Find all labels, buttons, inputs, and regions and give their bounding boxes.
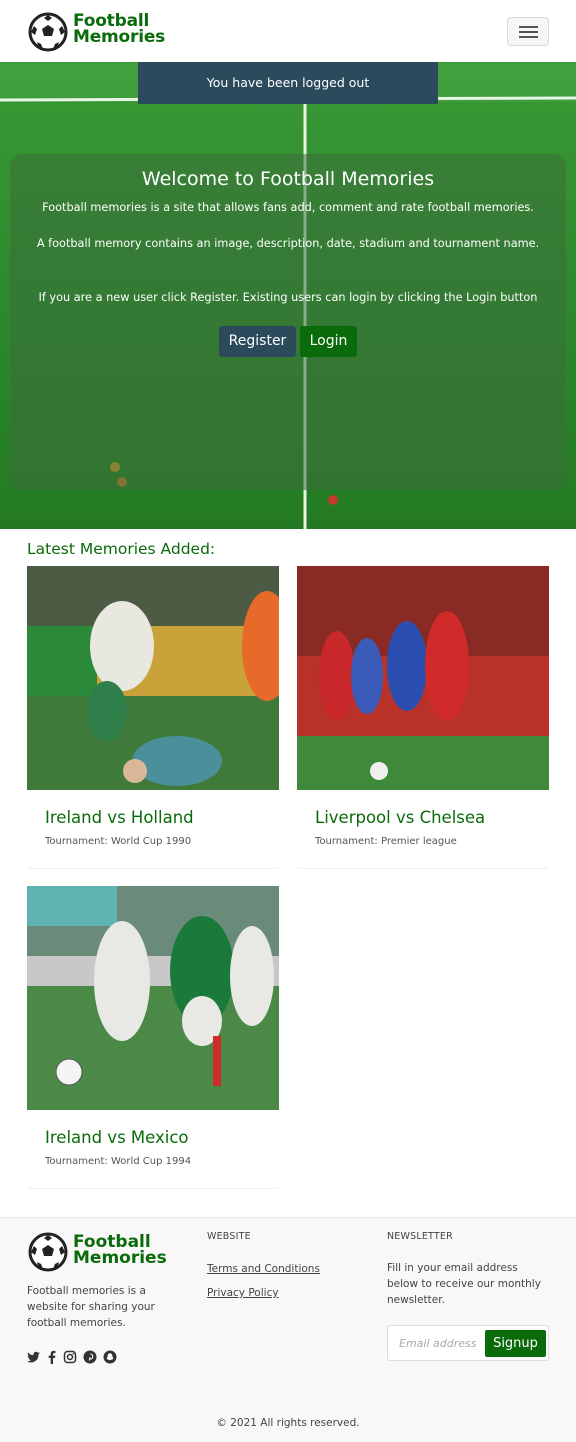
instagram-icon[interactable] (63, 1350, 77, 1364)
footer: Football Memories Football memories is a… (0, 1217, 576, 1442)
brand-line-2: Memories (73, 27, 166, 47)
hamburger-icon (519, 26, 538, 28)
newsletter-heading: NEWSLETTER (387, 1231, 453, 1242)
memory-title[interactable]: Liverpool vs Chelsea (315, 808, 485, 827)
email-input[interactable] (389, 1327, 483, 1359)
football-logo-icon[interactable] (28, 12, 68, 52)
facebook-icon[interactable] (45, 1350, 59, 1364)
register-button[interactable]: Register (219, 326, 296, 357)
memory-tournament: Tournament: World Cup 1994 (45, 1156, 192, 1167)
memory-image[interactable] (27, 886, 279, 1110)
memory-image[interactable] (297, 566, 549, 790)
football-logo-icon[interactable] (28, 1232, 68, 1272)
welcome-instructions: If you are a new user click Register. Ex… (38, 291, 538, 304)
memory-card[interactable]: Liverpool vs Chelsea Tournament: Premier… (297, 566, 549, 869)
pinterest-icon[interactable] (83, 1350, 97, 1364)
menu-toggle-button[interactable] (507, 17, 549, 46)
footer-description: Football memories is a website for shari… (27, 1285, 155, 1329)
navbar: Football Memories (0, 0, 576, 62)
welcome-title: Welcome to Football Memories (141, 168, 435, 190)
privacy-link[interactable]: Privacy Policy (207, 1287, 279, 1299)
memory-image[interactable] (27, 566, 279, 790)
memory-tournament: Tournament: Premier league (315, 836, 457, 847)
hamburger-icon-line (519, 31, 538, 33)
welcome-panel: Welcome to Football Memories Football me… (10, 154, 566, 490)
login-button[interactable]: Login (300, 326, 357, 357)
snapchat-icon[interactable] (103, 1350, 117, 1364)
website-heading: WEBSITE (207, 1231, 251, 1242)
brand-name[interactable]: Football Memories (73, 13, 166, 47)
logout-alert: You have been logged out (138, 62, 438, 104)
memory-title[interactable]: Ireland vs Mexico (45, 1128, 189, 1147)
newsletter-form: Signup (387, 1325, 549, 1361)
copyright-text: © 2021 All rights reserved. (216, 1417, 360, 1429)
footer-brand-name[interactable]: Football Memories (73, 1234, 167, 1268)
footer-brand-line-2: Memories (73, 1248, 167, 1268)
hamburger-icon-line (519, 36, 538, 38)
signup-button[interactable]: Signup (485, 1330, 546, 1357)
memory-tournament: Tournament: World Cup 1990 (45, 836, 192, 847)
memory-card[interactable]: Ireland vs Holland Tournament: World Cup… (27, 566, 279, 869)
newsletter-text: Fill in your email address below to rece… (387, 1262, 541, 1306)
memory-title[interactable]: Ireland vs Holland (45, 808, 194, 827)
latest-memories-heading: Latest Memories Added: (27, 540, 216, 558)
twitter-icon[interactable] (27, 1350, 41, 1364)
welcome-description: Football memories is a site that allows … (42, 201, 534, 214)
memory-card[interactable]: Ireland vs Mexico Tournament: World Cup … (27, 886, 279, 1189)
welcome-memory-info: A football memory contains an image, des… (36, 237, 540, 250)
terms-link[interactable]: Terms and Conditions (207, 1263, 320, 1275)
